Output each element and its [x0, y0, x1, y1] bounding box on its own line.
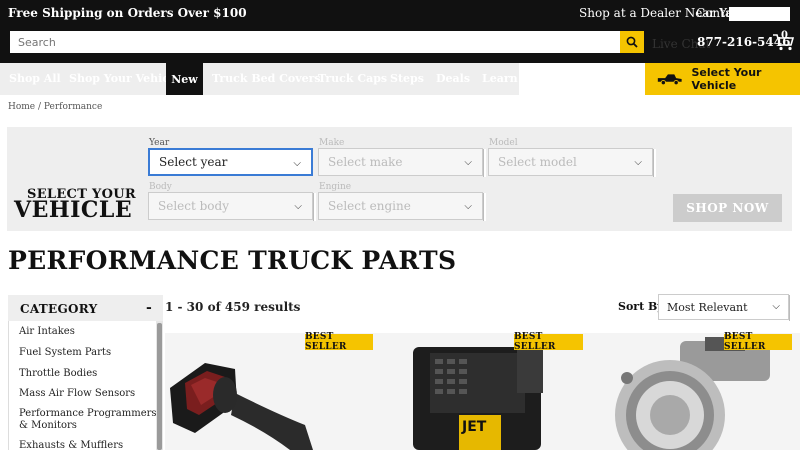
- breadcrumb[interactable]: Home / Performance: [8, 102, 102, 112]
- body-label: Body: [149, 182, 172, 192]
- make-select[interactable]: Select make ⌵: [318, 148, 486, 177]
- category-item-throttle-bodies[interactable]: Throttle Bodies: [19, 368, 157, 380]
- category-header[interactable]: CATEGORY -: [8, 295, 163, 321]
- chevron-down-icon: ⌵: [464, 157, 472, 168]
- search-icon: [626, 36, 638, 48]
- best-seller-badge: BEST SELLER: [514, 332, 583, 352]
- shop-now-button[interactable]: SHOP NOW: [673, 194, 782, 222]
- category-item-maf-sensors[interactable]: Mass Air Flow Sensors: [19, 388, 157, 400]
- category-scrollbar[interactable]: [156, 321, 163, 450]
- category-list: Air Intakes Fuel System Parts Throttle B…: [8, 321, 163, 452]
- search-bar: [10, 31, 644, 53]
- nav-item-new[interactable]: New: [166, 63, 203, 95]
- engine-select[interactable]: Select engine ⌵: [318, 192, 486, 221]
- engine-label: Engine: [319, 182, 352, 192]
- search-button[interactable]: [620, 31, 644, 53]
- nav-item-shop-your-vehicle[interactable]: Shop Your Vehicle: [69, 72, 180, 85]
- category-item-programmers[interactable]: Performance Programmers & Monitors: [19, 408, 157, 432]
- select-vehicle-label: Select Your Vehicle: [691, 66, 762, 92]
- account-button[interactable]: [729, 7, 790, 21]
- page-title: PERFORMANCE TRUCK PARTS: [8, 246, 457, 275]
- best-seller-badge: BEST SELLER: [724, 332, 792, 352]
- nav-item-learn[interactable]: Learn: [482, 72, 518, 85]
- cart-count-badge: 0: [781, 30, 788, 41]
- collapse-icon[interactable]: -: [146, 300, 152, 316]
- truck-icon: [657, 74, 682, 86]
- year-select[interactable]: Select year ⌵: [148, 148, 313, 176]
- model-select[interactable]: Select model ⌵: [488, 148, 656, 177]
- nav-item-truck-caps[interactable]: Truck Caps: [318, 72, 387, 85]
- results-count: 1 - 30 of 459 results: [165, 300, 301, 314]
- sort-select-value: Most Relevant: [667, 300, 748, 314]
- search-input[interactable]: [10, 31, 620, 53]
- year-select-value: Select year: [159, 155, 228, 169]
- make-label: Make: [319, 138, 345, 148]
- category-item-exhausts[interactable]: Exhausts & Mufflers: [19, 440, 157, 452]
- main-nav: Shop All Shop Your Vehicle New Truck Bed…: [0, 63, 800, 95]
- selector-title-line2: VEHICLE: [14, 197, 133, 223]
- model-select-value: Select model: [498, 155, 577, 169]
- body-select-value: Select body: [158, 199, 229, 213]
- scrollbar-thumb[interactable]: [157, 323, 162, 450]
- engine-select-value: Select engine: [328, 199, 411, 213]
- model-label: Model: [489, 138, 518, 148]
- sort-select[interactable]: Most Relevant ⌵: [658, 294, 792, 321]
- chevron-down-icon: ⌵: [294, 201, 302, 212]
- chevron-down-icon: ⌵: [772, 301, 780, 312]
- select-vehicle-button[interactable]: Select Your Vehicle: [645, 63, 800, 95]
- category-item-air-intakes[interactable]: Air Intakes: [19, 326, 157, 338]
- shipping-promo: Free Shipping on Orders Over $100: [8, 6, 247, 20]
- nav-item-steps[interactable]: Steps: [390, 72, 424, 85]
- chevron-down-icon: ⌵: [293, 158, 301, 169]
- nav-item-truck-bed-covers[interactable]: Truck Bed Covers: [212, 72, 321, 85]
- sort-label: Sort By: [618, 300, 664, 313]
- best-seller-badge: BEST SELLER: [305, 332, 373, 352]
- category-heading: CATEGORY: [20, 302, 98, 316]
- jet-brand-label: JET: [461, 419, 487, 435]
- make-select-value: Select make: [328, 155, 403, 169]
- nav-item-deals[interactable]: Deals: [436, 72, 470, 85]
- nav-item-shop-all[interactable]: Shop All: [9, 72, 61, 85]
- category-item-fuel-system[interactable]: Fuel System Parts: [19, 347, 157, 359]
- chevron-down-icon: ⌵: [464, 201, 472, 212]
- year-label: Year: [149, 138, 170, 148]
- chevron-down-icon: ⌵: [634, 157, 642, 168]
- body-select[interactable]: Select body ⌵: [148, 192, 316, 221]
